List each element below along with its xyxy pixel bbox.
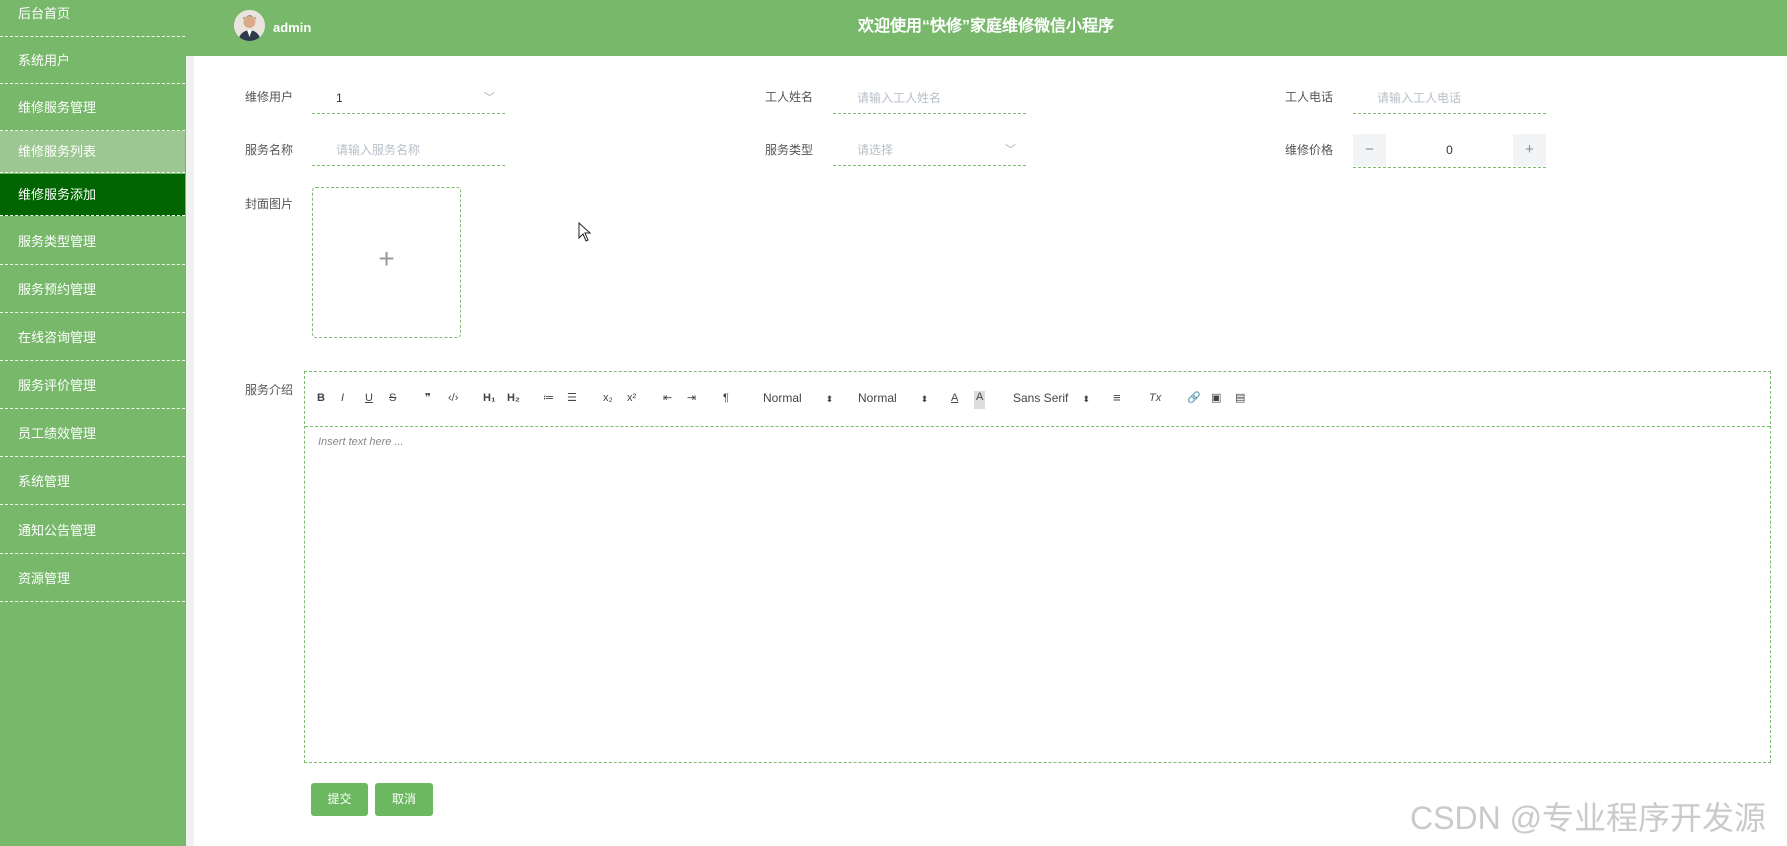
code-block-icon[interactable]: ‹/›	[448, 389, 458, 407]
subscript-icon[interactable]: x₂	[603, 389, 613, 407]
editor-toolbar: B I U S ❞ ‹/› H₁ H₂ ≔ ☰ x₂ x² ⇤ ⇥ ¶ Norm…	[305, 372, 1770, 427]
worker-name-input[interactable]: 请输入工人姓名	[833, 82, 1026, 114]
sidebar-item-service-review-management[interactable]: 服务评价管理	[0, 362, 185, 409]
cover-image-upload[interactable]: +	[312, 187, 461, 338]
header-1-icon[interactable]: H₁	[483, 389, 496, 407]
sidebar-item-repair-service-list[interactable]: 维修服务列表	[0, 131, 185, 173]
italic-icon[interactable]: I	[341, 389, 344, 407]
chevron-down-icon: ﹀	[484, 92, 495, 104]
chevron-down-icon: ﹀	[1005, 144, 1016, 156]
worker-phone-input[interactable]: 请输入工人电话	[1353, 82, 1546, 114]
video-icon[interactable]: ▤	[1235, 389, 1245, 407]
price-label: 维修价格	[1285, 143, 1334, 157]
decrement-button[interactable]: −	[1353, 134, 1386, 166]
service-name-label: 服务名称	[245, 143, 294, 157]
sidebar-item-online-consult-management[interactable]: 在线咨询管理	[0, 314, 185, 361]
mouse-cursor-icon	[578, 221, 592, 247]
size-select-label: Normal	[763, 391, 802, 405]
sidebar-item-system-management[interactable]: 系统管理	[0, 458, 185, 505]
username[interactable]: admin	[273, 20, 311, 35]
link-icon[interactable]: 🔗	[1187, 389, 1201, 407]
cover-image-label: 封面图片	[245, 197, 294, 211]
updown-icon: ⬍	[920, 394, 929, 404]
repair-user-label: 维修用户	[245, 90, 294, 104]
header-select-label: Normal	[858, 391, 897, 405]
font-select[interactable]: Sans Serif ⬍	[1013, 389, 1090, 407]
align-icon[interactable]: ≡	[1113, 389, 1121, 407]
top-header: admin 欢迎使用“快修”家庭维修微信小程序	[186, 0, 1787, 56]
service-type-placeholder: 请选择	[857, 143, 894, 157]
blockquote-icon[interactable]: ❞	[425, 389, 431, 407]
bold-icon[interactable]: B	[317, 389, 325, 407]
strikethrough-icon[interactable]: S	[389, 389, 396, 407]
updown-icon: ⬍	[825, 394, 834, 404]
indent-icon[interactable]: ⇥	[687, 389, 696, 407]
sidebar-item-home[interactable]: 后台首页	[0, 0, 185, 37]
price-value[interactable]: 0	[1386, 134, 1513, 166]
worker-phone-placeholder: 请输入工人电话	[1377, 91, 1462, 105]
worker-phone-label: 工人电话	[1285, 90, 1334, 104]
header-2-icon[interactable]: H₂	[507, 389, 520, 407]
font-select-label: Sans Serif	[1013, 391, 1069, 405]
bullet-list-icon[interactable]: ☰	[567, 389, 577, 407]
user-avatar-icon	[234, 10, 265, 41]
image-icon[interactable]: ▣	[1211, 389, 1221, 407]
watermark: CSDN @专业程序开发源	[1410, 800, 1767, 836]
ordered-list-icon[interactable]: ≔	[543, 389, 554, 407]
service-name-input[interactable]: 请输入服务名称	[312, 134, 505, 166]
superscript-icon[interactable]: x²	[627, 389, 636, 407]
increment-button[interactable]: +	[1513, 134, 1546, 166]
rich-text-editor: B I U S ❞ ‹/› H₁ H₂ ≔ ☰ x₂ x² ⇤ ⇥ ¶ Norm…	[304, 371, 1771, 763]
background-color-icon[interactable]: A	[974, 391, 986, 409]
worker-name-placeholder: 请输入工人姓名	[857, 91, 942, 105]
sidebar-item-system-users[interactable]: 系统用户	[0, 37, 185, 84]
sidebar: 后台首页 系统用户 维修服务管理 维修服务列表 维修服务添加 服务类型管理 服务…	[0, 0, 186, 846]
plus-icon: +	[378, 243, 395, 274]
sidebar-item-repair-service-management[interactable]: 维修服务管理	[0, 84, 185, 131]
repair-user-value: 1	[336, 91, 343, 105]
sidebar-item-staff-performance-management[interactable]: 员工绩效管理	[0, 410, 185, 457]
service-type-label: 服务类型	[765, 143, 814, 157]
sidebar-item-service-type-management[interactable]: 服务类型管理	[0, 218, 185, 265]
text-direction-icon[interactable]: ¶	[723, 389, 729, 407]
updown-icon: ⬍	[1082, 394, 1090, 404]
worker-name-label: 工人姓名	[765, 90, 814, 104]
page-title: 欢迎使用“快修”家庭维修微信小程序	[858, 18, 1115, 35]
content-divider	[186, 56, 194, 846]
submit-button[interactable]: 提交	[311, 783, 368, 816]
service-type-select[interactable]: 请选择 ﹀	[833, 134, 1026, 166]
cancel-button[interactable]: 取消	[375, 783, 433, 816]
sidebar-item-resource-management[interactable]: 资源管理	[0, 555, 185, 602]
repair-user-select[interactable]: 1 ﹀	[312, 82, 505, 114]
sidebar-item-notice-management[interactable]: 通知公告管理	[0, 507, 185, 554]
size-select[interactable]: Normal ⬍	[763, 389, 833, 407]
sidebar-item-service-booking-management[interactable]: 服务预约管理	[0, 266, 185, 313]
editor-placeholder[interactable]: Insert text here ...	[318, 436, 404, 448]
service-name-placeholder: 请输入服务名称	[336, 143, 421, 157]
price-stepper[interactable]: − 0 +	[1353, 134, 1546, 168]
outdent-icon[interactable]: ⇤	[663, 389, 672, 407]
underline-icon[interactable]: U	[365, 389, 373, 407]
sidebar-item-repair-service-add[interactable]: 维修服务添加	[0, 174, 185, 216]
header-select[interactable]: Normal ⬍	[858, 389, 928, 407]
clear-format-icon[interactable]: Tx	[1149, 389, 1161, 407]
avatar[interactable]	[234, 10, 265, 41]
text-color-icon[interactable]: A	[951, 389, 958, 407]
service-intro-label: 服务介绍	[245, 383, 294, 397]
